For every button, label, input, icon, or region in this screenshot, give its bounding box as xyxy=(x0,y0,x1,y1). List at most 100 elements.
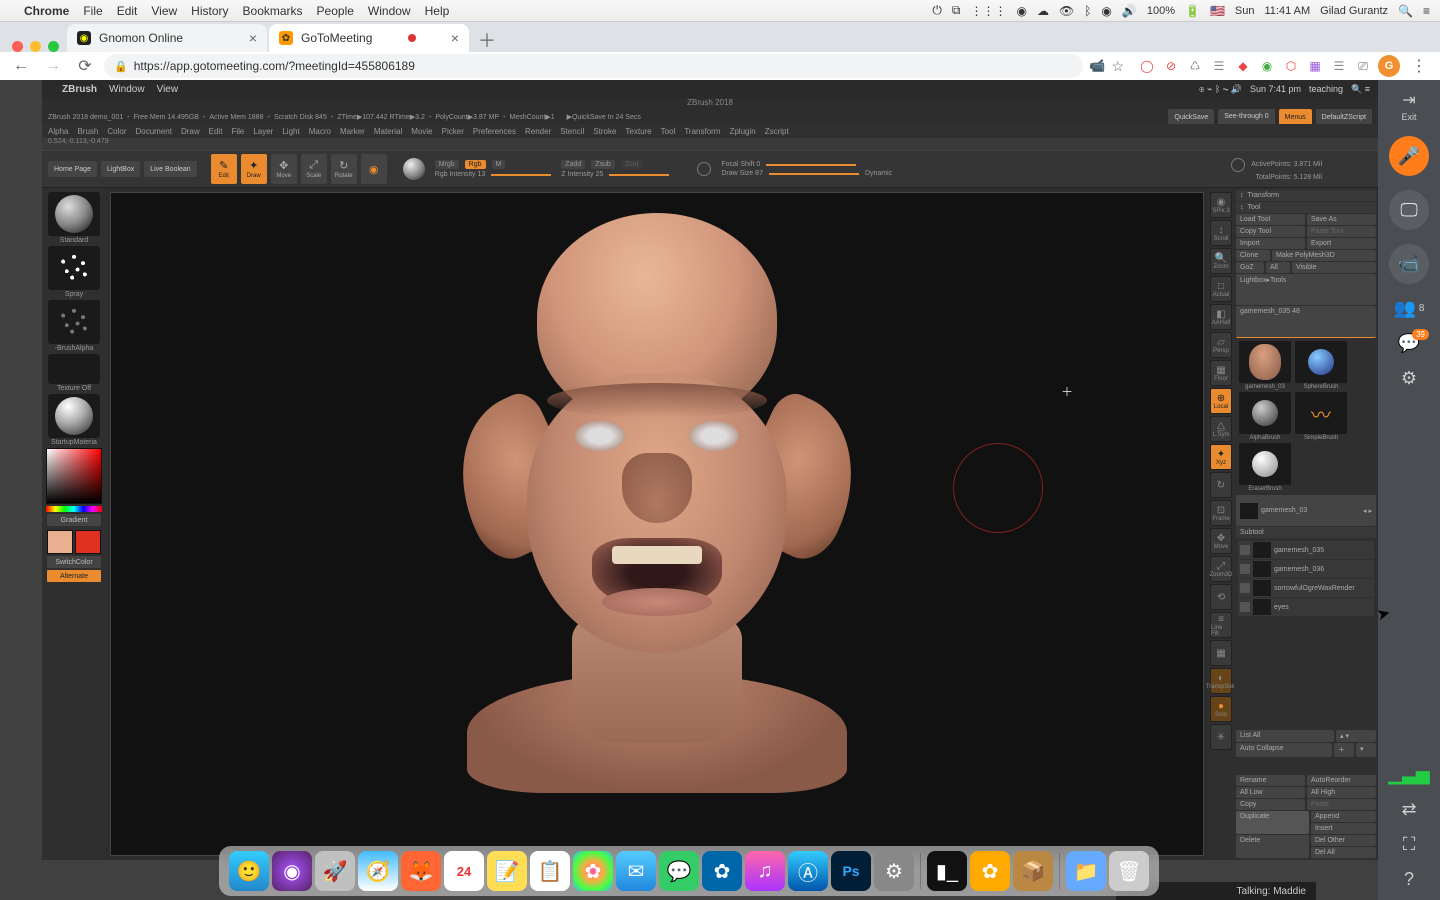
autocollapse[interactable]: Auto Collapse xyxy=(1236,743,1332,757)
status-icon[interactable]: ⏻ xyxy=(932,3,942,18)
settings-button[interactable]: ⚙ xyxy=(1389,368,1429,389)
rename-button[interactable]: Rename xyxy=(1236,775,1305,786)
reload-button[interactable]: ⟳ xyxy=(72,53,98,79)
copy2-button[interactable]: Copy xyxy=(1236,799,1305,810)
z-intensity[interactable]: Z Intensity 25 xyxy=(561,171,603,178)
dock-appstore-icon[interactable]: Ⓐ xyxy=(788,851,828,891)
lsym-icon[interactable]: ⧋L.Sym xyxy=(1210,416,1232,442)
alpha-slot[interactable]: -BrushAlpha xyxy=(46,300,102,352)
zmenu[interactable]: Zplugin xyxy=(729,127,755,136)
plus-btn[interactable]: ＋ xyxy=(1334,743,1354,757)
zmenu[interactable]: Texture xyxy=(625,127,651,136)
ext-icon[interactable]: ◉ xyxy=(1258,57,1276,75)
rotate-tool[interactable]: ↻Rotate xyxy=(331,154,357,184)
ext-icon[interactable]: ⬡ xyxy=(1282,57,1300,75)
saveas-button[interactable]: Save As xyxy=(1307,214,1376,225)
brush-standard[interactable]: Standard xyxy=(46,192,102,244)
mrgb-btn[interactable]: Mrgb xyxy=(435,160,459,169)
zmenu[interactable]: Render xyxy=(525,127,551,136)
pastetool-button[interactable]: Paste Tool xyxy=(1307,226,1376,237)
zmenu[interactable]: Material xyxy=(374,127,402,136)
xpose-icon[interactable]: ✳ xyxy=(1210,724,1232,750)
menu-file[interactable]: File xyxy=(83,4,102,18)
app-name[interactable]: Chrome xyxy=(24,4,69,18)
seethrough-slider[interactable]: See-through 0 xyxy=(1218,109,1274,125)
menu-edit[interactable]: Edit xyxy=(117,4,138,18)
dock-safari-icon[interactable]: 🧭 xyxy=(358,851,398,891)
frame-icon[interactable]: ⊡Frame xyxy=(1210,500,1232,526)
dock-downloads-icon[interactable]: 📁 xyxy=(1066,851,1106,891)
camera-icon[interactable]: 📹 xyxy=(1089,58,1105,74)
dock-notes-icon[interactable]: 📝 xyxy=(487,851,527,891)
zmenu[interactable]: Zscript xyxy=(765,127,789,136)
chev-btn[interactable]: ▾ xyxy=(1356,743,1376,757)
volume-icon[interactable]: 🔊 xyxy=(1122,4,1137,18)
dock-messages-icon[interactable]: 💬 xyxy=(659,851,699,891)
subtool-item[interactable]: gamemesh_036 xyxy=(1238,560,1374,578)
aahalf-icon[interactable]: ◧AAHalf xyxy=(1210,304,1232,330)
subtool-item[interactable]: gamemesh_035 xyxy=(1238,541,1374,559)
ext-icon[interactable]: ☰ xyxy=(1210,57,1228,75)
floor-icon[interactable]: ▦Floor xyxy=(1210,360,1232,386)
tab-close-icon[interactable]: × xyxy=(451,30,459,46)
wifi-icon[interactable]: ◉ xyxy=(1101,4,1111,18)
delete-button[interactable]: Delete xyxy=(1236,835,1309,858)
zadd-btn[interactable]: Zadd xyxy=(561,160,585,169)
zmenu[interactable]: Brush xyxy=(77,127,98,136)
focal-icon[interactable] xyxy=(697,162,711,176)
grid-icon[interactable]: ⋮⋮⋮ xyxy=(971,4,1007,18)
subtool-item[interactable]: eyes xyxy=(1238,598,1374,616)
dock-app-icon[interactable]: 📦 xyxy=(1013,851,1053,891)
edit-tool[interactable]: ✎Edit xyxy=(211,154,237,184)
dock-mail-icon[interactable]: ✉ xyxy=(616,851,656,891)
tool-header[interactable]: ↕ Tool xyxy=(1236,202,1376,213)
xyz-icon[interactable]: ✦Xyz xyxy=(1210,444,1232,470)
arrows[interactable]: ▴ ▾ xyxy=(1336,730,1376,742)
load-tool-button[interactable]: Load Tool xyxy=(1236,214,1305,225)
dock-photoshop-icon[interactable]: Ps xyxy=(831,851,871,891)
dock-preferences-icon[interactable]: ⚙ xyxy=(874,851,914,891)
zbrush-canvas[interactable]: ＋ xyxy=(110,192,1204,856)
webcam-button[interactable]: 📹 xyxy=(1389,244,1429,284)
m-btn[interactable]: M xyxy=(492,160,506,169)
cloud-icon[interactable]: ☁ xyxy=(1037,4,1049,18)
tool-thumb[interactable]: gamemesh_03 xyxy=(1238,341,1292,390)
hue-strip[interactable] xyxy=(46,506,102,512)
allhigh-button[interactable]: All High xyxy=(1307,787,1376,798)
participants-button[interactable]: 👥8 xyxy=(1389,298,1429,319)
material-sphere[interactable] xyxy=(403,158,425,180)
clone-button[interactable]: Clone xyxy=(1236,250,1270,261)
star-icon[interactable]: ☆ xyxy=(1111,58,1124,75)
paste2-button[interactable]: Paste xyxy=(1307,799,1376,810)
dock-finder-icon[interactable]: 🙂 xyxy=(229,851,269,891)
flag-icon[interactable]: 🇺🇸 xyxy=(1210,4,1225,18)
listall-button[interactable]: List All xyxy=(1236,730,1334,742)
tab-close-icon[interactable]: × xyxy=(249,30,257,46)
duplicate-button[interactable]: Duplicate xyxy=(1236,811,1309,834)
import-button[interactable]: Import xyxy=(1236,238,1305,249)
window-controls[interactable] xyxy=(8,35,67,52)
color-swatches[interactable] xyxy=(47,530,101,554)
goz-button[interactable]: GoZ xyxy=(1236,262,1264,273)
gradient-button[interactable]: Gradient xyxy=(47,514,101,526)
menubar-user[interactable]: Gilad Gurantz xyxy=(1320,5,1388,17)
ext-icon[interactable]: ☰ xyxy=(1330,57,1348,75)
script-button[interactable]: DefaultZScript xyxy=(1316,109,1372,125)
ext-icon[interactable]: ◆ xyxy=(1234,57,1252,75)
ext-icon[interactable]: ▦ xyxy=(1306,57,1324,75)
autoreorder-button[interactable]: AutoReorder xyxy=(1307,775,1376,786)
rgb-btn[interactable]: Rgb xyxy=(465,160,486,169)
dock-itunes-icon[interactable]: ♫ xyxy=(745,851,785,891)
transform-header[interactable]: ↕ Transform xyxy=(1236,190,1376,201)
battery-icon[interactable]: 🔋 xyxy=(1185,4,1200,18)
lightbox-tools[interactable]: Lightbox▸Tools xyxy=(1236,274,1376,305)
back-button[interactable]: ← xyxy=(8,53,34,79)
zmenu[interactable]: Light xyxy=(282,127,299,136)
tab-gnomon[interactable]: ◉ Gnomon Online × xyxy=(67,24,267,52)
help-icon[interactable]: ? xyxy=(1389,869,1429,890)
zmenu[interactable]: Document xyxy=(136,127,172,136)
ext-icon[interactable]: ◯ xyxy=(1138,57,1156,75)
delall-button[interactable]: Del All xyxy=(1311,847,1376,858)
dock-trash-icon[interactable]: 🗑 xyxy=(1109,851,1149,891)
chat-button[interactable]: 💬39 xyxy=(1389,333,1429,354)
